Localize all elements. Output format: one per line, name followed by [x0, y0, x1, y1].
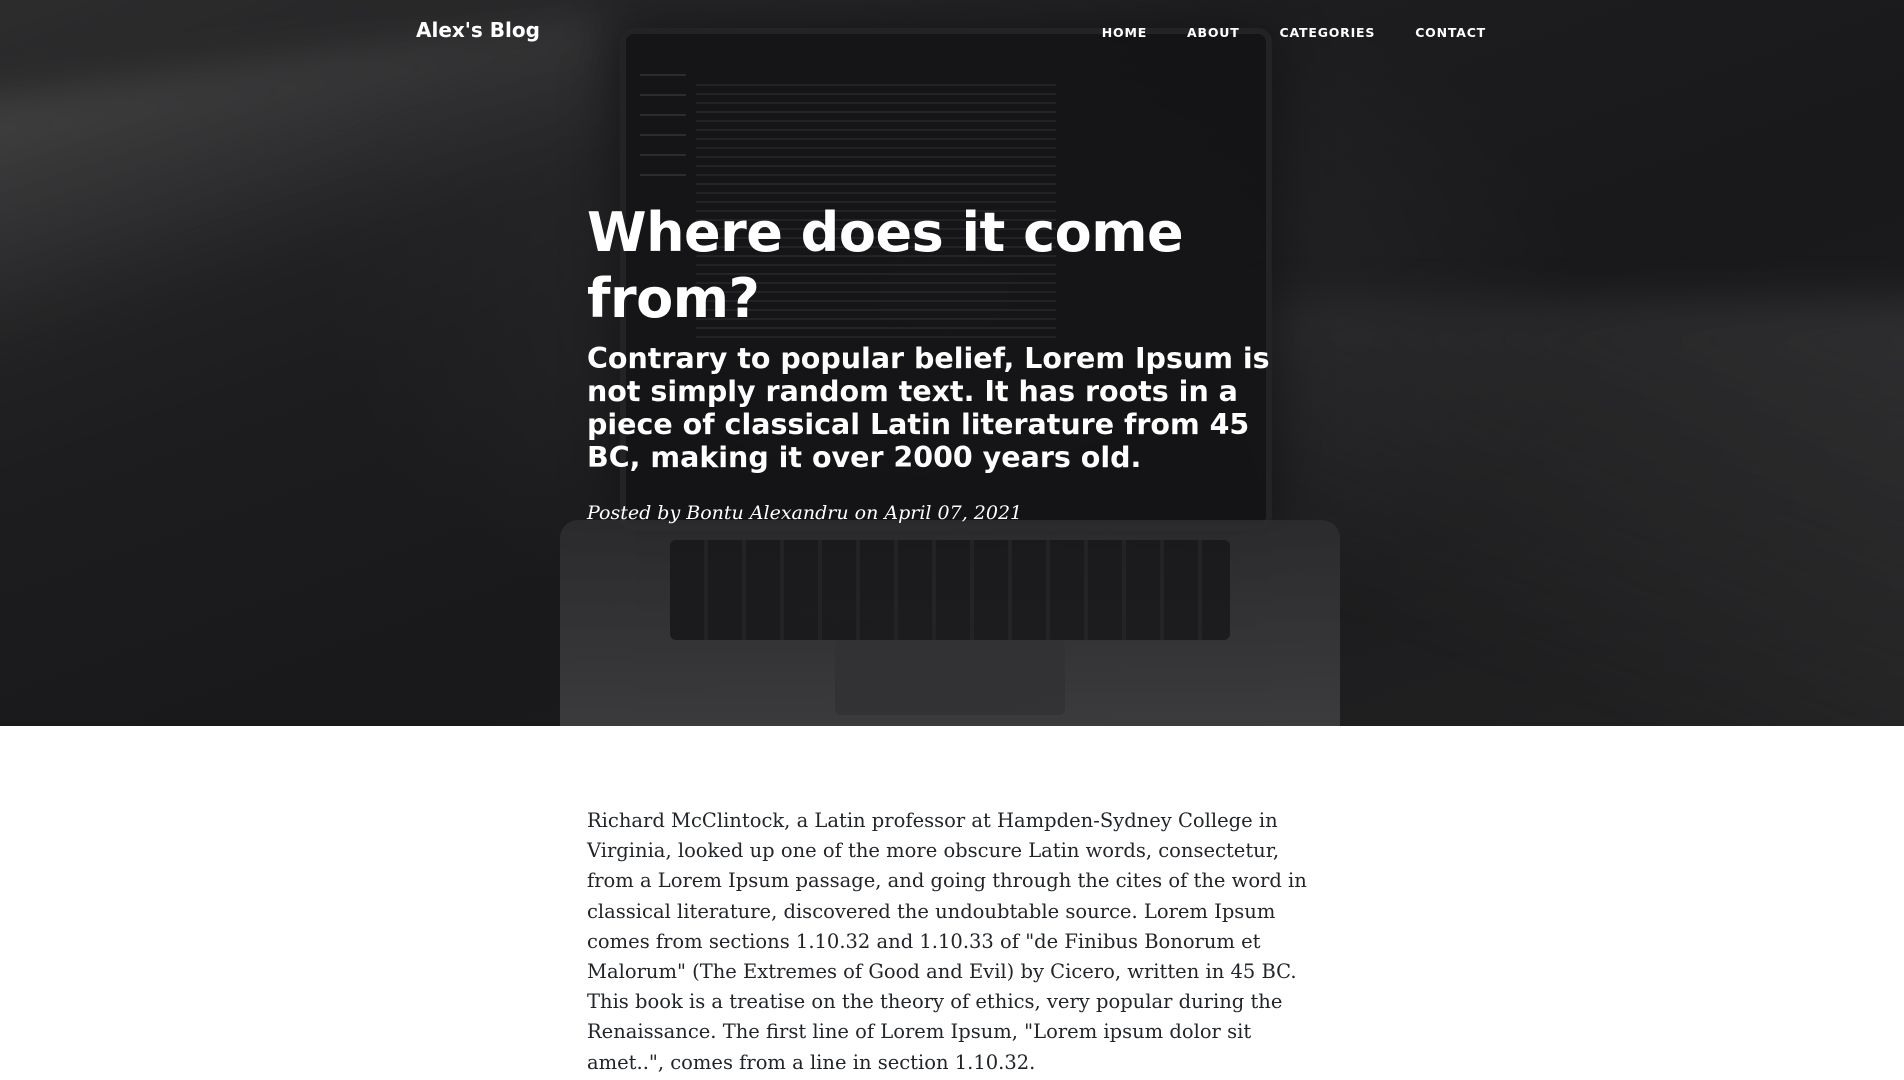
post-meta: Posted by Bontu Alexandru on April 07, 2… — [587, 502, 1022, 524]
nav-item-home: HOME — [1102, 24, 1147, 42]
brand-link[interactable]: Alex's Blog — [416, 18, 540, 42]
nav-links: HOME ABOUT CATEGORIES CONTACT — [1102, 24, 1486, 42]
nav-item-categories: CATEGORIES — [1280, 24, 1376, 42]
post-body: Richard McClintock, a Latin professor at… — [587, 806, 1327, 1078]
post-heading: Where does it come from? Contrary to pop… — [587, 200, 1287, 474]
nav-link-home[interactable]: HOME — [1102, 25, 1147, 40]
hero-header: Alex's Blog HOME ABOUT CATEGORIES CONTAC… — [0, 0, 1904, 726]
nav-link-categories[interactable]: CATEGORIES — [1280, 25, 1376, 40]
nav-item-about: ABOUT — [1187, 24, 1240, 42]
navbar: Alex's Blog HOME ABOUT CATEGORIES CONTAC… — [0, 0, 1904, 66]
meta-on: on — [854, 502, 879, 524]
post-subtitle: Contrary to popular belief, Lorem Ipsum … — [587, 342, 1270, 474]
meta-prefix: Posted by — [587, 502, 681, 524]
post-title: Where does it come from? — [587, 201, 1184, 330]
post-author: Bontu Alexandru — [686, 502, 849, 524]
post-date: April 07, 2021 — [884, 502, 1023, 524]
nav-link-contact[interactable]: CONTACT — [1415, 25, 1486, 40]
post-paragraph: Richard McClintock, a Latin professor at… — [587, 809, 1307, 1074]
nav-link-about[interactable]: ABOUT — [1187, 25, 1240, 40]
nav-item-contact: CONTACT — [1415, 24, 1486, 42]
